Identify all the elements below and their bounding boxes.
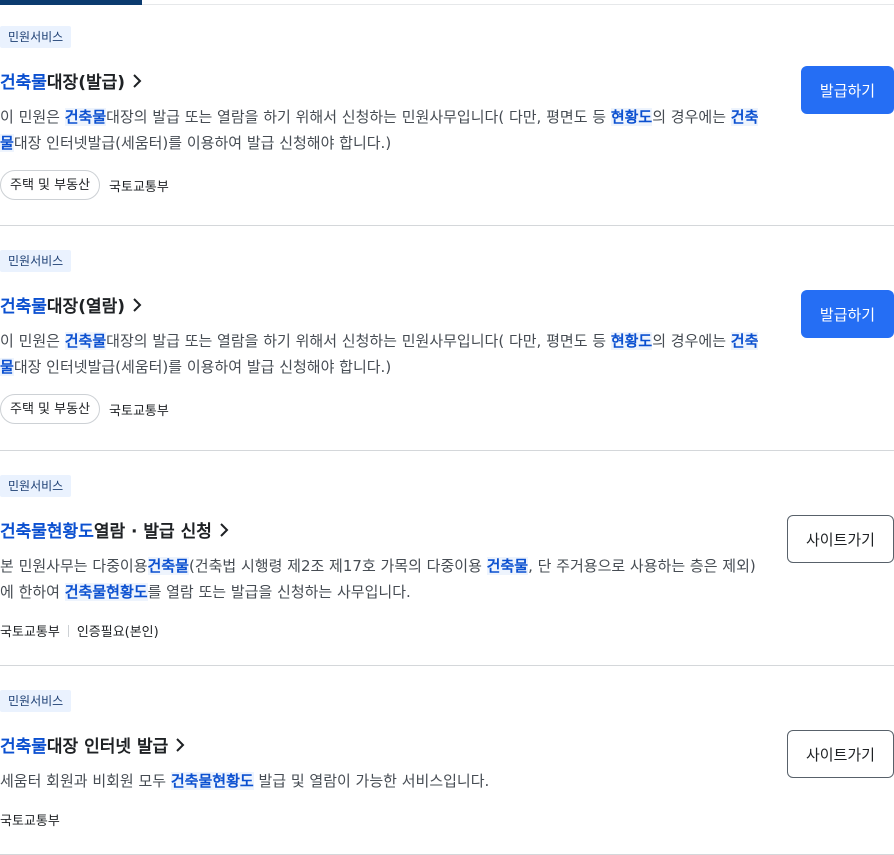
agency-label: 국토교통부 bbox=[0, 814, 60, 829]
issue-button[interactable]: 발급하기 bbox=[801, 66, 894, 114]
result-meta: 국토교통부 bbox=[0, 810, 60, 829]
chevron-right-icon bbox=[133, 73, 142, 88]
title-text: 열람 · 발급 신청 bbox=[93, 522, 212, 542]
desc-highlight: 현황도 bbox=[610, 332, 653, 350]
desc-text: 본 민원사무는 다중이용 bbox=[0, 557, 148, 575]
result-card: 민원서비스 건축물현황도 열람 · 발급 신청 본 민원사무는 다중이용건축물(… bbox=[0, 451, 894, 666]
title-text: 대장(발급) bbox=[46, 73, 126, 93]
desc-text: 대장의 발급 또는 열람을 하기 위해서 신청하는 민원사무입니다( 다만, 평… bbox=[106, 332, 611, 350]
desc-highlight: 건축물현황도 bbox=[170, 772, 254, 790]
desc-text: 발급 및 열람이 가능한 서비스입니다. bbox=[253, 772, 490, 790]
auth-required-label: 인증필요(본인) bbox=[76, 625, 159, 640]
result-description: 이 민원은 건축물대장의 발급 또는 열람을 하기 위해서 신청하는 민원사무입… bbox=[0, 328, 760, 380]
agency-label: 국토교통부 bbox=[109, 179, 169, 195]
title-highlight: 건축물 bbox=[0, 297, 47, 317]
desc-text: 의 경우에는 bbox=[652, 332, 731, 350]
result-card: 민원서비스 건축물 대장(발급) 이 민원은 건축물대장의 발급 또는 열람을 하… bbox=[0, 6, 894, 226]
category-badge: 민원서비스 bbox=[0, 475, 72, 497]
title-text: 대장 인터넷 발급 bbox=[46, 737, 169, 757]
desc-highlight: 건축물 bbox=[486, 557, 529, 575]
agency-label: 국토교통부 bbox=[109, 403, 169, 419]
desc-text: 대장의 발급 또는 열람을 하기 위해서 신청하는 민원사무입니다( 다만, 평… bbox=[106, 108, 611, 126]
desc-text: 대장 인터넷발급(세움터)를 이용하여 발급 신청해야 합니다.) bbox=[13, 134, 392, 152]
topic-tag[interactable]: 주택 및 부동산 bbox=[0, 170, 101, 200]
results-list: 민원서비스 건축물 대장(발급) 이 민원은 건축물대장의 발급 또는 열람을 하… bbox=[0, 6, 894, 855]
go-to-site-button[interactable]: 사이트가기 bbox=[787, 515, 894, 563]
result-meta: 주택 및 부동산 국토교통부 bbox=[0, 170, 169, 200]
result-description: 이 민원은 건축물대장의 발급 또는 열람을 하기 위해서 신청하는 민원사무입… bbox=[0, 104, 760, 156]
title-highlight: 건축물 bbox=[0, 73, 47, 93]
desc-highlight: 건축물 bbox=[64, 108, 107, 126]
desc-highlight: 현황도 bbox=[610, 108, 653, 126]
title-text: 대장(열람) bbox=[46, 297, 126, 317]
title-highlight: 건축물현황도 bbox=[0, 522, 94, 542]
desc-text: 세움터 회원과 비회원 모두 bbox=[0, 772, 171, 790]
result-title-link[interactable]: 건축물 대장 인터넷 발급 bbox=[0, 732, 186, 757]
topic-tag[interactable]: 주택 및 부동산 bbox=[0, 394, 101, 424]
result-card: 민원서비스 건축물 대장(열람) 이 민원은 건축물대장의 발급 또는 열람을 하… bbox=[0, 226, 894, 451]
result-title-link[interactable]: 건축물 대장(발급) bbox=[0, 68, 143, 93]
chevron-right-icon bbox=[133, 297, 142, 312]
result-description: 본 민원사무는 다중이용건축물(건축법 시행령 제2조 제17호 가목의 다중이… bbox=[0, 553, 760, 605]
active-tab-indicator bbox=[0, 0, 142, 5]
category-badge: 민원서비스 bbox=[0, 690, 72, 712]
result-description: 세움터 회원과 비회원 모두 건축물현황도 발급 및 열람이 가능한 서비스입니… bbox=[0, 768, 760, 794]
agency-label: 국토교통부 bbox=[0, 625, 60, 640]
result-meta: 국토교통부 인증필요(본인) bbox=[0, 621, 159, 640]
issue-button[interactable]: 발급하기 bbox=[801, 290, 894, 338]
category-badge: 민원서비스 bbox=[0, 250, 72, 272]
desc-highlight: 건축물 bbox=[64, 332, 107, 350]
meta-divider bbox=[67, 624, 69, 637]
chevron-right-icon bbox=[220, 522, 229, 537]
desc-text: (건축법 시행령 제2조 제17호 가목의 다중이용 bbox=[188, 557, 487, 575]
title-highlight: 건축물 bbox=[0, 737, 47, 757]
desc-text: 이 민원은 bbox=[0, 332, 65, 350]
category-badge: 민원서비스 bbox=[0, 26, 72, 48]
go-to-site-button[interactable]: 사이트가기 bbox=[787, 730, 894, 778]
desc-text: 이 민원은 bbox=[0, 108, 65, 126]
result-title-link[interactable]: 건축물 대장(열람) bbox=[0, 292, 143, 317]
desc-highlight: 건축물 bbox=[147, 557, 189, 575]
desc-highlight: 건축물현황도 bbox=[64, 583, 148, 601]
result-card: 민원서비스 건축물 대장 인터넷 발급 세움터 회원과 비회원 모두 건축물현황도… bbox=[0, 666, 894, 855]
desc-text: 대장 인터넷발급(세움터)를 이용하여 발급 신청해야 합니다.) bbox=[13, 358, 392, 376]
chevron-right-icon bbox=[176, 737, 185, 752]
desc-text: 의 경우에는 bbox=[652, 108, 731, 126]
result-title-link[interactable]: 건축물현황도 열람 · 발급 신청 bbox=[0, 517, 230, 542]
desc-text: 를 열람 또는 발급을 신청하는 사무입니다. bbox=[147, 583, 411, 601]
result-meta: 주택 및 부동산 국토교통부 bbox=[0, 394, 169, 424]
search-results-page: 민원서비스 건축물 대장(발급) 이 민원은 건축물대장의 발급 또는 열람을 하… bbox=[0, 0, 894, 855]
